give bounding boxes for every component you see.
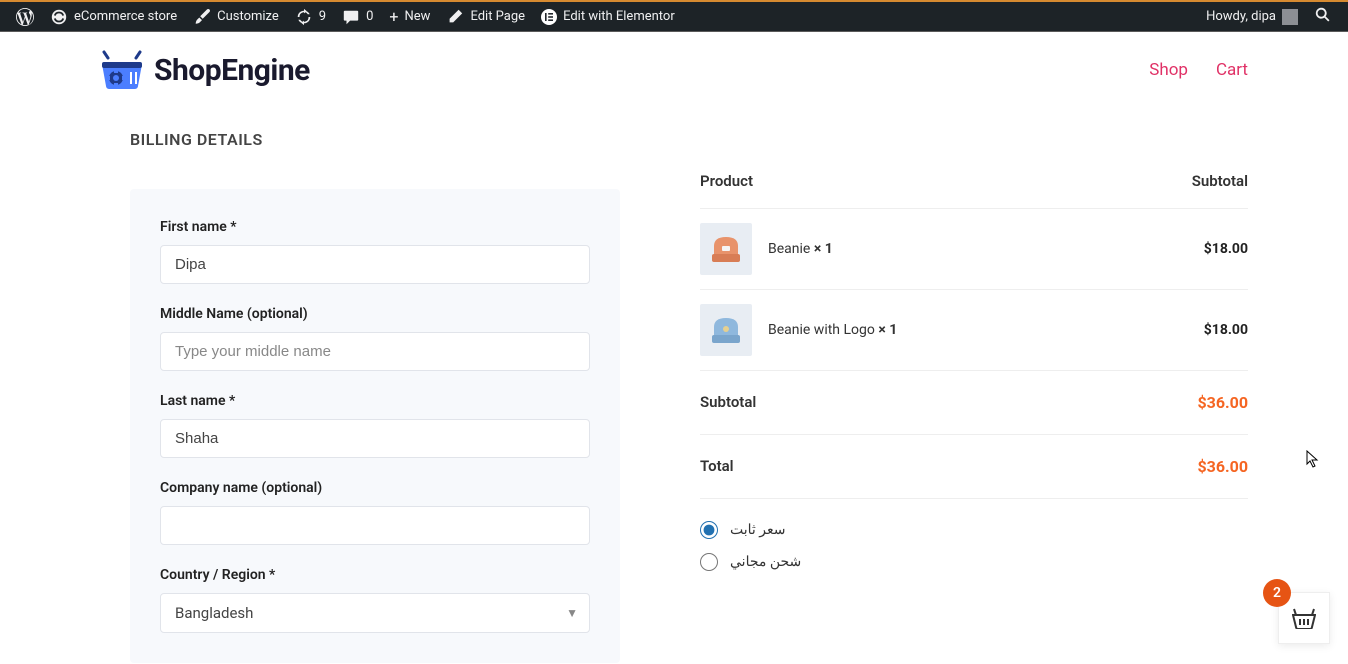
floating-cart-button[interactable]: 2	[1278, 592, 1330, 644]
subtotal-value: $36.00	[1197, 393, 1248, 412]
brush-icon	[193, 8, 211, 26]
billing-form: First name * Middle Name (optional) Last…	[130, 189, 620, 663]
shipping-options: سعر ثابت شحن مجاني	[700, 498, 1248, 571]
product-qty: × 1	[878, 322, 897, 338]
new-link[interactable]: + New	[381, 1, 438, 33]
nav-cart[interactable]: Cart	[1216, 60, 1248, 80]
logo-icon	[100, 50, 144, 90]
updates-count: 9	[319, 9, 326, 24]
subtotal-label: Subtotal	[700, 393, 756, 412]
search-toggle[interactable]	[1306, 1, 1340, 33]
comments-count: 0	[366, 9, 373, 24]
last-name-label: Last name *	[160, 393, 590, 409]
product-name: Beanie	[768, 241, 810, 257]
order-item: Beanie × 1 $18.00	[700, 208, 1248, 289]
product-thumb	[700, 304, 752, 356]
edit-page-link[interactable]: Edit Page	[438, 1, 533, 33]
new-text: New	[405, 9, 431, 24]
total-label: Total	[700, 457, 734, 476]
site-name-link[interactable]: eCommerce store	[42, 1, 185, 33]
middle-name-label: Middle Name (optional)	[160, 306, 590, 322]
product-qty: × 1	[814, 241, 833, 257]
site-header: ShopEngine Shop Cart	[0, 32, 1348, 100]
country-select[interactable]: Bangladesh	[160, 593, 590, 633]
dashboard-icon	[50, 8, 68, 26]
brand-name: ShopEngine	[154, 53, 310, 88]
shipping-free-radio[interactable]	[700, 553, 718, 571]
customize-text: Customize	[217, 9, 279, 24]
company-input[interactable]	[160, 506, 590, 545]
cart-count-badge: 2	[1263, 579, 1291, 607]
chevron-down-icon: ▼	[566, 606, 578, 620]
first-name-label: First name *	[160, 219, 590, 235]
product-thumb	[700, 223, 752, 275]
edit-elementor-link[interactable]: Edit with Elementor	[533, 1, 683, 33]
wp-logo[interactable]	[8, 1, 42, 33]
edit-page-text: Edit Page	[470, 9, 525, 24]
updates-link[interactable]: 9	[287, 1, 334, 33]
shipping-flat-label: سعر ثابت	[730, 522, 786, 538]
billing-title: BILLING DETAILS	[130, 130, 620, 149]
cursor-icon	[1306, 450, 1320, 468]
total-value: $36.00	[1197, 457, 1248, 476]
elementor-icon	[541, 9, 557, 25]
comment-icon	[342, 8, 360, 26]
first-name-input[interactable]	[160, 245, 590, 284]
shipping-free-label: شحن مجاني	[730, 554, 801, 570]
last-name-input[interactable]	[160, 419, 590, 458]
plus-icon: +	[389, 7, 398, 26]
product-price: $18.00	[1204, 241, 1248, 257]
product-name: Beanie with Logo	[768, 322, 875, 338]
product-price: $18.00	[1204, 322, 1248, 338]
refresh-icon	[295, 8, 313, 26]
shipping-flat-radio[interactable]	[700, 521, 718, 539]
search-icon	[1314, 6, 1332, 28]
main-nav: Shop Cart	[1149, 60, 1248, 80]
howdy-link[interactable]: Howdy, dipa	[1198, 1, 1306, 33]
subtotal-column: Subtotal	[1192, 172, 1248, 190]
order-item: Beanie with Logo × 1 $18.00	[700, 289, 1248, 370]
order-summary: Product Subtotal Beanie × 1 $18.00 Beani…	[700, 130, 1248, 663]
site-logo[interactable]: ShopEngine	[100, 50, 310, 90]
nav-shop[interactable]: Shop	[1149, 60, 1188, 80]
pencil-icon	[446, 8, 464, 26]
edit-elementor-text: Edit with Elementor	[563, 9, 675, 24]
wp-admin-bar: eCommerce store Customize 9 0 + New Edit …	[0, 0, 1348, 32]
avatar	[1282, 9, 1298, 25]
wordpress-icon	[16, 8, 34, 26]
country-label: Country / Region *	[160, 567, 590, 583]
product-column: Product	[700, 172, 753, 190]
middle-name-input[interactable]	[160, 332, 590, 371]
basket-icon	[1292, 607, 1316, 629]
comments-link[interactable]: 0	[334, 1, 381, 33]
company-label: Company name (optional)	[160, 480, 590, 496]
site-name-text: eCommerce store	[74, 9, 177, 24]
customize-link[interactable]: Customize	[185, 1, 287, 33]
howdy-text: Howdy, dipa	[1206, 9, 1276, 24]
